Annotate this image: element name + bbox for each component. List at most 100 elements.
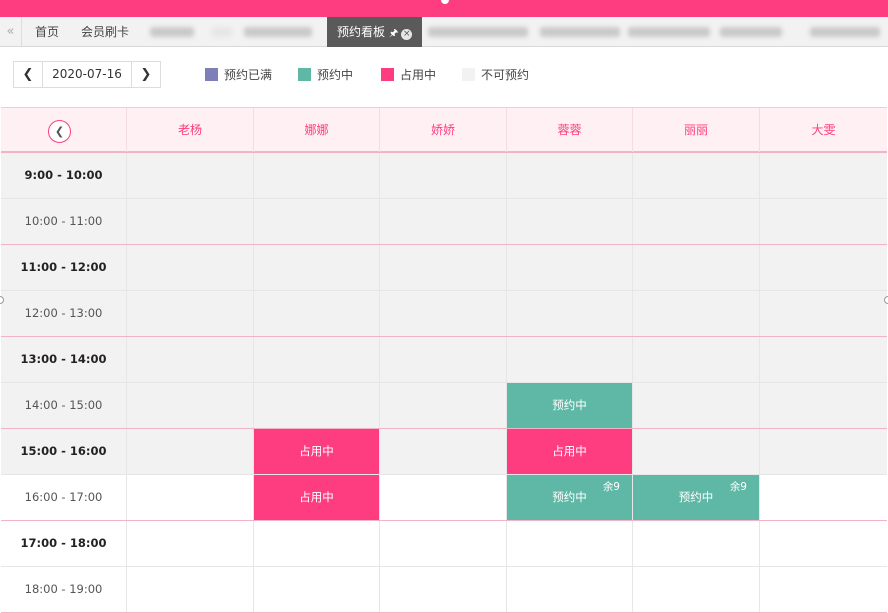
pin-icon[interactable]: 🖈	[389, 28, 398, 39]
blurred-tab[interactable]	[244, 27, 312, 37]
remaining-count: 余9	[729, 481, 747, 493]
booking-block[interactable]: 预约中	[507, 383, 632, 428]
tab-home[interactable]: 首页	[35, 17, 59, 47]
schedule-cell[interactable]	[254, 567, 380, 612]
schedule-cell[interactable]	[380, 521, 507, 566]
schedule-cell[interactable]	[507, 521, 633, 566]
schedule-cell[interactable]	[507, 199, 633, 244]
schedule-cell[interactable]	[254, 199, 380, 244]
schedule-cell[interactable]	[254, 383, 380, 428]
schedule-cell[interactable]	[380, 567, 507, 612]
booking-block[interactable]: 预约中 余9	[633, 475, 759, 520]
schedule-cell[interactable]	[127, 337, 254, 382]
occupied-block[interactable]: 占用中	[254, 429, 379, 474]
schedule-cell[interactable]	[633, 383, 760, 428]
time-slot-label: 9:00 - 10:00	[1, 153, 127, 198]
legend-label: 占用中	[400, 67, 437, 82]
schedule-cell[interactable]	[254, 337, 380, 382]
blurred-tab[interactable]	[810, 27, 880, 37]
staff-header: 娇娇	[380, 108, 507, 152]
blurred-tab[interactable]	[428, 27, 528, 37]
legend-full: 预约已满	[205, 67, 272, 82]
current-date[interactable]: 2020-07-16	[42, 62, 132, 87]
blurred-tab-gap	[212, 27, 232, 37]
schedule-cell[interactable]	[633, 245, 760, 290]
schedule-cell[interactable]	[760, 521, 887, 566]
staff-header: 丽丽	[633, 108, 760, 152]
schedule-cell[interactable]	[760, 245, 887, 290]
schedule-cell[interactable]	[380, 291, 507, 336]
close-icon[interactable]: ×	[401, 29, 413, 40]
occupied-block[interactable]: 占用中	[507, 429, 632, 474]
schedule-cell[interactable]	[760, 567, 887, 612]
schedule-cell[interactable]	[127, 521, 254, 566]
block-label: 占用中	[299, 490, 334, 504]
schedule-cell[interactable]	[633, 337, 760, 382]
schedule-cell[interactable]	[127, 567, 254, 612]
schedule-cell[interactable]	[127, 245, 254, 290]
blurred-tab[interactable]	[150, 27, 194, 37]
schedule-cell[interactable]	[633, 199, 760, 244]
staff-header: 蓉蓉	[507, 108, 633, 152]
blurred-tab[interactable]	[540, 27, 620, 37]
legend-swatch	[205, 67, 218, 81]
time-slot-row: 15:00 - 16:00 占用中 占用中	[1, 429, 887, 475]
schedule-cell[interactable]	[507, 245, 633, 290]
blurred-tab[interactable]	[628, 27, 710, 37]
header-corner: ❮	[1, 108, 127, 152]
schedule-cell[interactable]	[127, 475, 254, 520]
prev-day-button[interactable]: ❮	[14, 62, 42, 87]
tab-member-card[interactable]: 会员刷卡	[81, 17, 129, 47]
schedule-cell[interactable]	[254, 245, 380, 290]
schedule-cell[interactable]	[380, 475, 507, 520]
legend-swatch	[381, 67, 394, 81]
tabs-scroll-left-icon[interactable]: «	[0, 17, 22, 47]
schedule-cell[interactable]	[760, 199, 887, 244]
schedule-cell[interactable]	[633, 291, 760, 336]
top-accent-bar	[0, 0, 888, 17]
schedule-cell[interactable]	[254, 291, 380, 336]
schedule-cell[interactable]	[760, 153, 887, 198]
schedule-cell[interactable]	[760, 475, 887, 520]
schedule-cell[interactable]	[507, 567, 633, 612]
occupied-block[interactable]: 占用中	[254, 475, 379, 520]
schedule-cell[interactable]	[633, 521, 760, 566]
legend-swatch	[462, 67, 475, 81]
schedule-cell[interactable]	[254, 521, 380, 566]
schedule-cell[interactable]	[380, 199, 507, 244]
schedule-cell[interactable]	[380, 429, 507, 474]
tab-booking-board[interactable]: 预约看板 🖈 ×	[327, 17, 423, 47]
schedule-cell[interactable]	[507, 291, 633, 336]
schedule-cell[interactable]	[760, 337, 887, 382]
schedule-cell[interactable]	[254, 153, 380, 198]
schedule-cell[interactable]	[380, 383, 507, 428]
time-slot-label: 13:00 - 14:00	[1, 337, 127, 382]
schedule-cell[interactable]	[127, 291, 254, 336]
schedule-cell[interactable]	[633, 567, 760, 612]
schedule-cell[interactable]	[760, 291, 887, 336]
schedule-cell[interactable]	[380, 245, 507, 290]
schedule-cell[interactable]	[760, 383, 887, 428]
time-slot-row: 11:00 - 12:00	[1, 245, 887, 291]
next-day-button[interactable]: ❯	[132, 62, 160, 87]
booking-block[interactable]: 预约中 余9	[507, 475, 632, 520]
schedule-cell[interactable]	[760, 429, 887, 474]
schedule-cell[interactable]	[380, 337, 507, 382]
schedule-cell[interactable]	[127, 429, 254, 474]
schedule-cell[interactable]	[633, 429, 760, 474]
schedule-cell[interactable]	[380, 153, 507, 198]
back-arrow-icon[interactable]: ❮	[48, 120, 71, 143]
schedule-cell[interactable]	[127, 153, 254, 198]
staff-header: 大雯	[811, 123, 836, 137]
schedule-cell[interactable]	[127, 383, 254, 428]
schedule-cell[interactable]	[507, 337, 633, 382]
legend-unavailable: 不可预约	[462, 67, 529, 82]
schedule-cell[interactable]	[633, 153, 760, 198]
schedule-cell[interactable]	[127, 199, 254, 244]
block-label: 预约中	[678, 490, 714, 504]
time-slot-row: 14:00 - 15:00 预约中	[1, 383, 887, 429]
blurred-tab[interactable]	[720, 27, 782, 37]
schedule-cell[interactable]	[507, 153, 633, 198]
time-slot-label: 11:00 - 12:00	[1, 245, 127, 290]
right-resize-handle[interactable]	[884, 296, 888, 304]
